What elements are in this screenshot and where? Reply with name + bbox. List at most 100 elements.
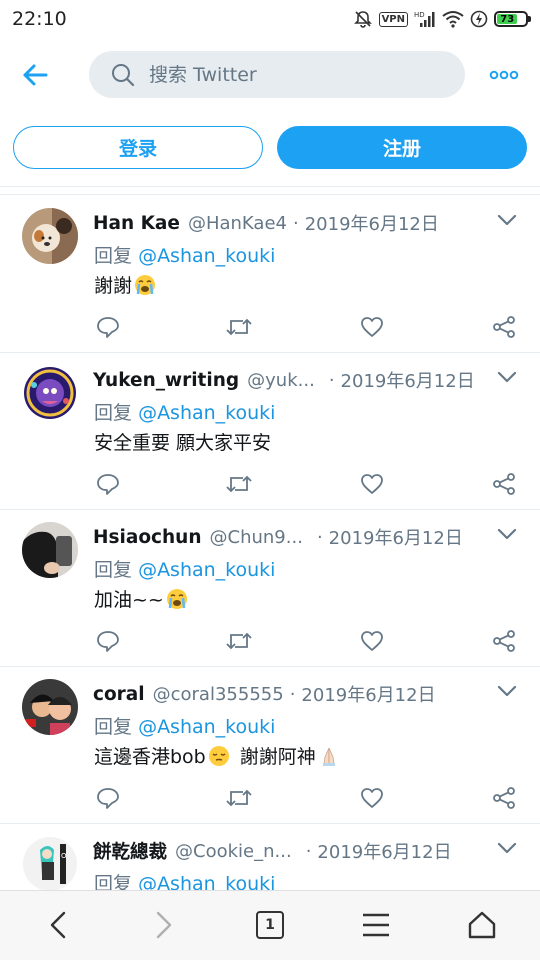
like-button[interactable] (358, 628, 386, 654)
reply-icon (97, 474, 119, 495)
tweet-item[interactable]: Hsiaochun @Chun9... · 2019年6月12日 回复 @Ash… (0, 510, 540, 667)
retweet-icon (226, 632, 252, 650)
search-input[interactable] (149, 63, 429, 86)
reply-button[interactable] (94, 471, 122, 497)
reply-mention-link[interactable]: @Ashan_kouki (138, 402, 275, 424)
author-name[interactable]: coral (93, 684, 145, 705)
author-handle[interactable]: @HanKae4 (188, 213, 287, 234)
reply-mention-link[interactable]: @Ashan_kouki (138, 716, 275, 738)
reply-button[interactable] (94, 785, 122, 811)
like-button[interactable] (358, 471, 386, 497)
avatar[interactable]: O (22, 836, 78, 890)
more-button[interactable] (486, 64, 522, 86)
avatar[interactable] (22, 679, 78, 735)
like-button[interactable] (358, 785, 386, 811)
chevron-down-icon[interactable] (496, 212, 518, 228)
author-handle[interactable]: @yuk... (247, 370, 315, 391)
battery-icon: 73 (494, 11, 531, 27)
reply-line: 回复 @Ashan_kouki (94, 398, 275, 425)
author-handle[interactable]: @coral355555 (153, 684, 284, 705)
author-name[interactable]: 餅乾總裁 (93, 838, 167, 864)
reply-button[interactable] (94, 628, 122, 654)
tweet-body: 加油~~ (94, 589, 164, 611)
separator-dot: · (328, 369, 335, 391)
back-button[interactable] (18, 60, 52, 90)
auth-row: 登录 注册 (13, 126, 527, 170)
reply-mention-link[interactable]: @Ashan_kouki (138, 245, 275, 267)
avatar[interactable] (22, 522, 78, 578)
separator-dot: · (292, 212, 299, 234)
retweet-button[interactable] (225, 628, 253, 654)
browser-tabs-button[interactable]: 1 (248, 905, 292, 945)
heart-icon (361, 317, 383, 337)
tweet-body-2: 謝謝阿神 (233, 746, 316, 768)
author-name[interactable]: Han Kae (93, 213, 180, 234)
divider (0, 186, 540, 187)
chevron-down-icon[interactable] (496, 369, 518, 385)
retweet-button[interactable] (225, 471, 253, 497)
separator-dot: · (305, 840, 312, 862)
separator-dot: · (289, 683, 296, 705)
heart-icon (361, 474, 383, 494)
browser-home-button[interactable] (460, 905, 504, 945)
reply-icon (97, 788, 119, 809)
author-handle[interactable]: @Cookie_n... (175, 841, 292, 862)
author-handle[interactable]: @Chun9... (210, 527, 303, 548)
search-box[interactable] (89, 51, 465, 98)
relieved-face-icon (208, 746, 229, 766)
browser-forward-button[interactable] (142, 905, 186, 945)
svg-text:O: O (61, 852, 67, 860)
more-dots-icon (489, 70, 519, 80)
tweet-item[interactable]: coral @coral355555 · 2019年6月12日 回复 @Asha… (0, 667, 540, 824)
signup-button[interactable]: 注册 (277, 126, 527, 169)
reply-line: 回复 @Ashan_kouki (94, 712, 275, 739)
share-button[interactable] (490, 314, 518, 340)
reply-prefix: 回复 (94, 559, 133, 581)
heart-icon (361, 788, 383, 808)
tweet-date[interactable]: 2019年6月12日 (301, 681, 435, 707)
reply-mention-link[interactable]: @Ashan_kouki (138, 873, 275, 890)
nav-forward-icon (156, 911, 172, 939)
like-button[interactable] (358, 314, 386, 340)
tweet-date[interactable]: 2019年6月12日 (305, 210, 439, 236)
share-icon (493, 787, 515, 809)
share-button[interactable] (490, 628, 518, 654)
menu-icon (363, 913, 389, 937)
retweet-button[interactable] (225, 314, 253, 340)
avatar[interactable] (22, 208, 78, 264)
avatar[interactable] (22, 365, 78, 421)
tweet-item[interactable]: Han Kae @HanKae4 · 2019年6月12日 回复 @Ashan_… (0, 196, 540, 353)
tweet-header: Hsiaochun @Chun9... · 2019年6月12日 (93, 524, 473, 550)
chevron-down-icon[interactable] (496, 683, 518, 699)
share-button[interactable] (490, 785, 518, 811)
reply-button[interactable] (94, 314, 122, 340)
chevron-down-icon[interactable] (496, 526, 518, 542)
battery-level: 73 (497, 14, 518, 25)
author-name[interactable]: Yuken_writing (93, 370, 239, 391)
tweet-date[interactable]: 2019年6月12日 (317, 838, 451, 864)
chevron-down-icon[interactable] (496, 840, 518, 856)
login-button[interactable]: 登录 (13, 126, 263, 169)
status-time: 22:10 (12, 8, 67, 30)
browser-bottom-nav: 1 (0, 890, 540, 960)
tweet-list[interactable]: Han Kae @HanKae4 · 2019年6月12日 回复 @Ashan_… (0, 196, 540, 890)
tweet-item[interactable]: O 餅乾總裁 @Cookie_n... · 2019年6月12日 回复 @Ash… (0, 824, 540, 890)
browser-menu-button[interactable] (354, 905, 398, 945)
tweet-item[interactable]: Yuken_writing @yuk... · 2019年6月12日 回复 @A… (0, 353, 540, 510)
signal-icon: HD (414, 10, 436, 28)
tweet-date[interactable]: 2019年6月12日 (341, 367, 475, 393)
divider (0, 194, 540, 195)
retweet-button[interactable] (225, 785, 253, 811)
share-button[interactable] (490, 471, 518, 497)
browser-back-button[interactable] (36, 905, 80, 945)
tweet-body: 這邊香港bob (94, 746, 206, 768)
tweet-body: 安全重要 願大家平安 (94, 432, 272, 454)
tweet-actions (94, 471, 524, 497)
status-icons: VPN HD 73 (353, 9, 531, 29)
tweet-header: coral @coral355555 · 2019年6月12日 (93, 681, 473, 707)
tweet-date[interactable]: 2019年6月12日 (329, 524, 463, 550)
wifi-icon (442, 10, 464, 28)
crying-face-icon (135, 275, 156, 295)
reply-mention-link[interactable]: @Ashan_kouki (138, 559, 275, 581)
author-name[interactable]: Hsiaochun (93, 527, 202, 548)
